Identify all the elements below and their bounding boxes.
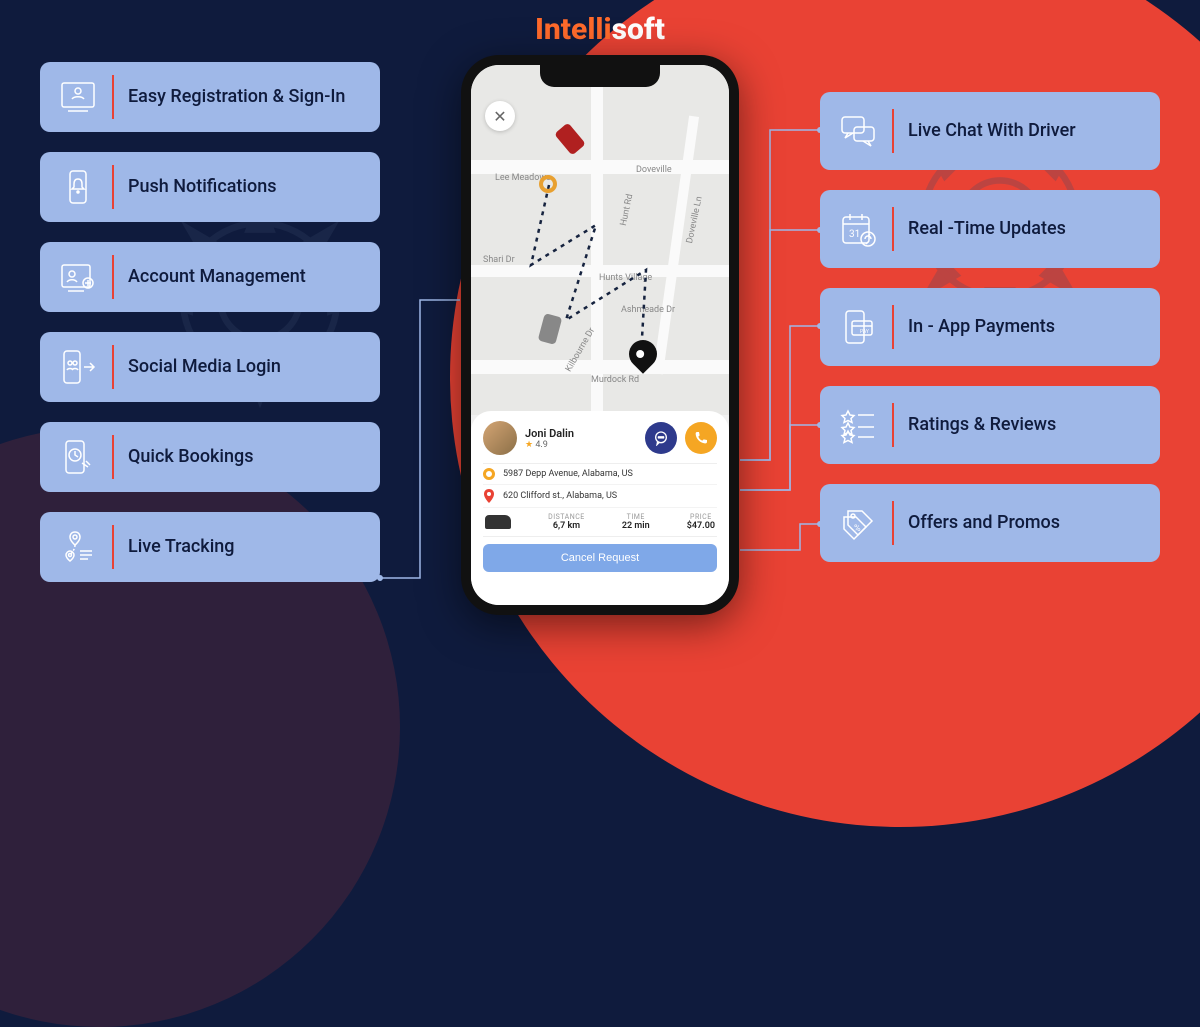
map-label: Hunts Village — [599, 273, 652, 283]
feature-label: Offers and Promos — [908, 512, 1060, 534]
car-red-icon — [554, 122, 586, 155]
driver-name: Joni Dalin — [525, 427, 637, 440]
map-label: Murdock Rd — [591, 375, 639, 385]
phone-screen: ✕ Lee Meadows Doveville Shari Dr Hunt Rd… — [471, 65, 729, 605]
stat-time: TIME 22 min — [622, 513, 650, 531]
cancel-request-button[interactable]: Cancel Request — [483, 544, 717, 572]
feature-in-app-payments: PAY In - App Payments — [820, 288, 1160, 366]
close-button[interactable]: ✕ — [485, 101, 515, 131]
account-management-icon — [54, 253, 102, 301]
feature-label: Push Notifications — [128, 176, 277, 198]
road — [653, 116, 699, 375]
map-label: Shari Dr — [483, 255, 515, 265]
car-gray-icon — [538, 313, 563, 345]
feature-label: Social Media Login — [128, 356, 281, 378]
map-label: Hunt Rd — [619, 193, 635, 227]
feature-label: Real -Time Updates — [908, 218, 1066, 240]
road — [591, 65, 603, 415]
features-right-column: Live Chat With Driver 31 Real -Time Upda… — [820, 92, 1160, 562]
feature-ratings-reviews: Ratings & Reviews — [820, 386, 1160, 464]
svg-text:%: % — [854, 524, 861, 534]
feature-realtime-updates: 31 Real -Time Updates — [820, 190, 1160, 268]
ratings-icon — [834, 401, 882, 449]
promo-icon: % — [834, 499, 882, 547]
feature-quick-bookings: Quick Bookings — [40, 422, 380, 492]
feature-label: Live Chat With Driver — [908, 120, 1076, 142]
feature-push-notifications: Push Notifications — [40, 152, 380, 222]
divider — [112, 75, 114, 119]
divider — [112, 435, 114, 479]
map-label: Doveville — [636, 165, 672, 175]
divider — [112, 525, 114, 569]
map-view[interactable]: ✕ Lee Meadows Doveville Shari Dr Hunt Rd… — [471, 65, 729, 415]
destination-address-row: 620 Clifford st., Alabama, US — [483, 485, 717, 508]
feature-label: Easy Registration & Sign-In — [128, 86, 345, 108]
map-label: Doveville Ln — [685, 196, 705, 245]
pickup-address: 5987 Depp Avenue, Alabama, US — [503, 469, 633, 479]
driver-avatar — [483, 421, 517, 455]
star-icon: ★ — [525, 440, 533, 450]
payment-icon: PAY — [834, 303, 882, 351]
feature-label: In - App Payments — [908, 316, 1055, 338]
stat-price: PRICE $47.00 — [687, 513, 715, 531]
driver-rating: ★ 4.9 — [525, 440, 637, 450]
stat-distance: DISTANCE 6,7 km — [548, 513, 585, 531]
feature-label: Account Management — [128, 266, 306, 288]
phone-notch — [540, 65, 660, 87]
ride-info-card: Joni Dalin ★ 4.9 5987 Depp Avenue, Alaba… — [471, 411, 729, 605]
registration-icon — [54, 73, 102, 121]
chat-icon — [834, 107, 882, 155]
feature-live-tracking: Live Tracking — [40, 512, 380, 582]
brand-part2: soft — [612, 12, 665, 47]
pickup-marker — [539, 175, 557, 193]
live-tracking-icon — [54, 523, 102, 571]
feature-social-login: Social Media Login — [40, 332, 380, 402]
pickup-address-row: 5987 Depp Avenue, Alabama, US — [483, 464, 717, 485]
divider — [892, 501, 894, 545]
divider — [892, 109, 894, 153]
feature-label: Ratings & Reviews — [908, 414, 1056, 436]
map-label: Ashmeade Dr — [621, 305, 675, 315]
divider — [892, 403, 894, 447]
svg-text:PAY: PAY — [860, 329, 869, 335]
quick-booking-icon — [54, 433, 102, 481]
feature-account-management: Account Management — [40, 242, 380, 312]
divider — [112, 345, 114, 389]
ride-stats-row: DISTANCE 6,7 km TIME 22 min PRICE $47.00 — [483, 508, 717, 537]
divider — [892, 207, 894, 251]
driver-row: Joni Dalin ★ 4.9 — [483, 421, 717, 464]
feature-offers-promos: % Offers and Promos — [820, 484, 1160, 562]
brand-part1: Intelli — [535, 12, 612, 47]
feature-registration: Easy Registration & Sign-In — [40, 62, 380, 132]
call-driver-button[interactable] — [685, 422, 717, 454]
phone-mockup: ✕ Lee Meadows Doveville Shari Dr Hunt Rd… — [461, 55, 739, 615]
feature-label: Quick Bookings — [128, 446, 254, 468]
brand-logo: Intellisoft — [535, 12, 665, 47]
driver-info: Joni Dalin ★ 4.9 — [525, 427, 637, 450]
svg-text:31: 31 — [849, 229, 860, 240]
features-left-column: Easy Registration & Sign-In Push Notific… — [40, 62, 380, 582]
destination-pin-icon — [483, 489, 495, 503]
feature-live-chat: Live Chat With Driver — [820, 92, 1160, 170]
push-notification-icon — [54, 163, 102, 211]
destination-address: 620 Clifford st., Alabama, US — [503, 491, 617, 501]
divider — [112, 165, 114, 209]
feature-label: Live Tracking — [128, 536, 235, 558]
chat-driver-button[interactable] — [645, 422, 677, 454]
divider — [892, 305, 894, 349]
divider — [112, 255, 114, 299]
social-login-icon — [54, 343, 102, 391]
car-mini-icon — [485, 515, 511, 529]
pickup-dot-icon — [483, 468, 495, 480]
calendar-update-icon: 31 — [834, 205, 882, 253]
